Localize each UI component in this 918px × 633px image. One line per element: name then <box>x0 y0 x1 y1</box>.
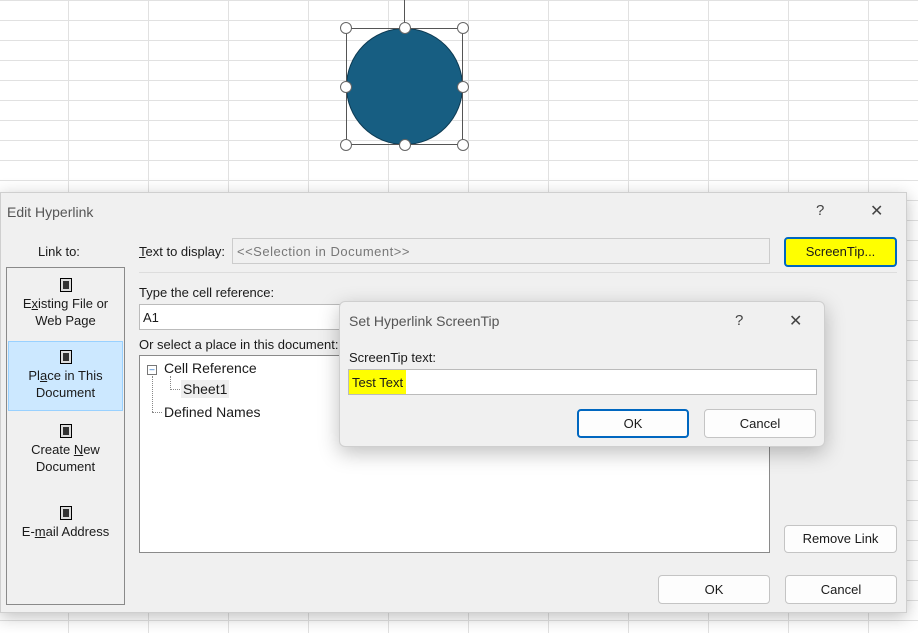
resize-handle[interactable] <box>457 139 469 151</box>
place-label: Or select a place in this document: <box>139 337 339 352</box>
ok-button[interactable]: OK <box>658 575 770 604</box>
label-part: Create <box>31 442 74 457</box>
tree-line <box>170 376 180 390</box>
screentip-button[interactable]: ScreenTip... <box>784 237 897 267</box>
screentip-text-label: ScreenTip text: <box>349 350 436 365</box>
resize-handle[interactable] <box>399 22 411 34</box>
close-button[interactable]: ✕ <box>870 201 883 221</box>
link-to-label: Link to: <box>38 244 80 259</box>
tree-item-defined-names[interactable]: Defined Names <box>164 404 261 420</box>
resize-handle[interactable] <box>457 81 469 93</box>
screentip-text-input[interactable]: Test Text <box>348 369 817 395</box>
label-part: ext to display: <box>145 244 226 259</box>
text-to-display-label: Text to display: <box>139 244 225 259</box>
resize-handle[interactable] <box>340 81 352 93</box>
label-part: E <box>22 296 32 311</box>
link-create-new-document[interactable]: Create New Document <box>9 424 122 475</box>
screentip-dialog-title: Set Hyperlink ScreenTip <box>349 313 500 329</box>
resize-handle[interactable] <box>399 139 411 151</box>
link-existing-file[interactable]: Existing File or Web Page <box>9 278 122 329</box>
link-email-address[interactable]: E-mail Address <box>9 506 122 540</box>
label-part: isting File or Web Page <box>35 296 109 328</box>
label-part: ail Address <box>45 524 110 539</box>
cell-reference-label: Type the cell reference: <box>139 285 275 300</box>
screentip-cancel-button[interactable]: Cancel <box>704 409 816 438</box>
tree-line <box>152 412 162 413</box>
tree-line <box>152 376 153 412</box>
cancel-button[interactable]: Cancel <box>785 575 897 604</box>
dialog-title: Edit Hyperlink <box>7 204 94 220</box>
resize-handle[interactable] <box>340 22 352 34</box>
divider <box>139 272 897 273</box>
screentip-text-value: Test Text <box>349 370 407 394</box>
resize-handle[interactable] <box>340 139 352 151</box>
remove-link-button[interactable]: Remove Link <box>784 525 897 553</box>
text-to-display-field[interactable]: <<Selection in Document>> <box>232 238 770 264</box>
link-place-in-document[interactable]: Place in This Document <box>8 341 123 411</box>
resize-handle[interactable] <box>457 22 469 34</box>
tree-item-cell-reference[interactable]: Cell Reference <box>164 360 257 376</box>
email-icon <box>59 506 72 520</box>
label-part: E- <box>21 524 35 539</box>
close-button[interactable]: ✕ <box>789 311 802 331</box>
selection-box <box>340 22 469 151</box>
tree-item-sheet1[interactable]: Sheet1 <box>181 380 230 398</box>
help-button[interactable]: ? <box>735 312 743 329</box>
globe-file-icon <box>59 278 72 292</box>
collapse-icon[interactable]: – <box>147 365 157 375</box>
help-button[interactable]: ? <box>816 202 824 219</box>
link-to-bar: Existing File or Web Page Place in This … <box>6 267 125 605</box>
screentip-ok-button[interactable]: OK <box>577 409 689 438</box>
document-place-icon <box>59 350 72 364</box>
screentip-dialog: Set Hyperlink ScreenTip ? ✕ ScreenTip te… <box>339 301 825 447</box>
new-document-icon <box>59 424 72 438</box>
label-accel: N <box>73 442 84 457</box>
label-part: Pl <box>28 368 40 383</box>
label-accel: m <box>34 524 46 539</box>
